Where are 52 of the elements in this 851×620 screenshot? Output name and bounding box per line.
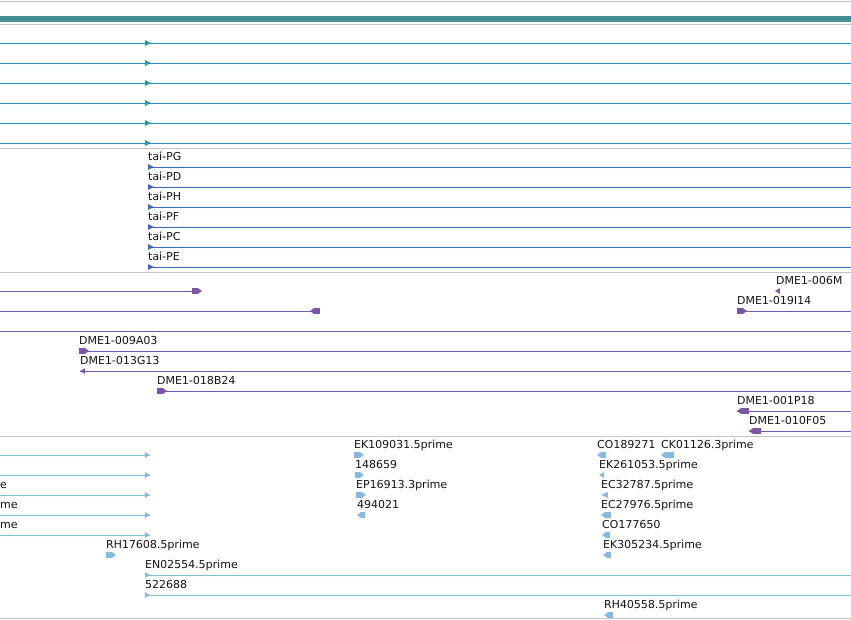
gene-feature[interactable]: [0, 288, 202, 294]
gene-feature[interactable]: [148, 164, 851, 170]
feature-label: DME1-001P18: [737, 394, 815, 407]
feature-label: tai-PE: [148, 250, 180, 263]
gene-feature[interactable]: [0, 60, 851, 66]
feature-label: tai-PD: [148, 170, 182, 183]
gene-feature[interactable]: [748, 428, 851, 434]
feature-label: CO189271: [597, 438, 656, 451]
gene-feature[interactable]: [78, 348, 851, 354]
gene-feature[interactable]: [0, 120, 851, 126]
gene-feature[interactable]: [148, 204, 851, 210]
feature-label: 494021: [357, 498, 399, 511]
gene-feature[interactable]: [148, 264, 851, 270]
feature-label: tai-PH: [148, 190, 181, 203]
feature-label: CK01126.3prime: [661, 438, 754, 451]
gene-feature[interactable]: [148, 184, 851, 190]
gene-feature[interactable]: [775, 288, 780, 294]
feature-label: 148659: [355, 458, 397, 471]
feature-label: tai-PG: [148, 150, 182, 163]
gene-feature[interactable]: [0, 100, 851, 106]
feature-label: EC32787.5prime: [601, 478, 694, 491]
gene-feature[interactable]: [736, 408, 851, 414]
gene-feature[interactable]: [156, 388, 851, 394]
feature-label: EK305234.5prime: [603, 538, 702, 551]
feature-label: me: [0, 518, 18, 531]
feature-label: DME1-018B24: [157, 374, 236, 387]
feature-label: EK109031.5prime: [354, 438, 453, 451]
feature-label: CO177650: [602, 518, 660, 531]
feature-label: me: [0, 498, 18, 511]
feature-label: 522688: [145, 578, 187, 591]
feature-label: EK261053.5prime: [599, 458, 698, 471]
gene-feature[interactable]: [80, 368, 851, 374]
gene-feature[interactable]: [148, 244, 851, 250]
feature-label: EP16913.3prime: [356, 478, 448, 491]
gene-feature[interactable]: [0, 308, 320, 314]
feature-label: DME1-019I14: [737, 294, 812, 307]
feature-label: tai-PF: [148, 210, 180, 223]
gene-feature[interactable]: [148, 224, 851, 230]
feature-label: DME1-009A03: [79, 334, 158, 347]
gene-feature[interactable]: [0, 40, 851, 46]
feature-label: DME1-013G13: [80, 354, 160, 367]
feature-label: DME1-010F05: [749, 414, 826, 427]
feature-label: tai-PC: [148, 230, 180, 243]
feature-label: RH40558.5prime: [604, 598, 698, 611]
feature-label: EC27976.5prime: [601, 498, 694, 511]
gene-feature[interactable]: [0, 140, 851, 146]
feature-label: e: [0, 478, 7, 491]
feature-label: RH17608.5prime: [106, 538, 200, 551]
gene-feature[interactable]: [0, 80, 851, 86]
gene-feature[interactable]: [736, 308, 851, 314]
feature-label: DME1-006M: [776, 274, 842, 287]
feature-label: EN02554.5prime: [145, 558, 238, 571]
